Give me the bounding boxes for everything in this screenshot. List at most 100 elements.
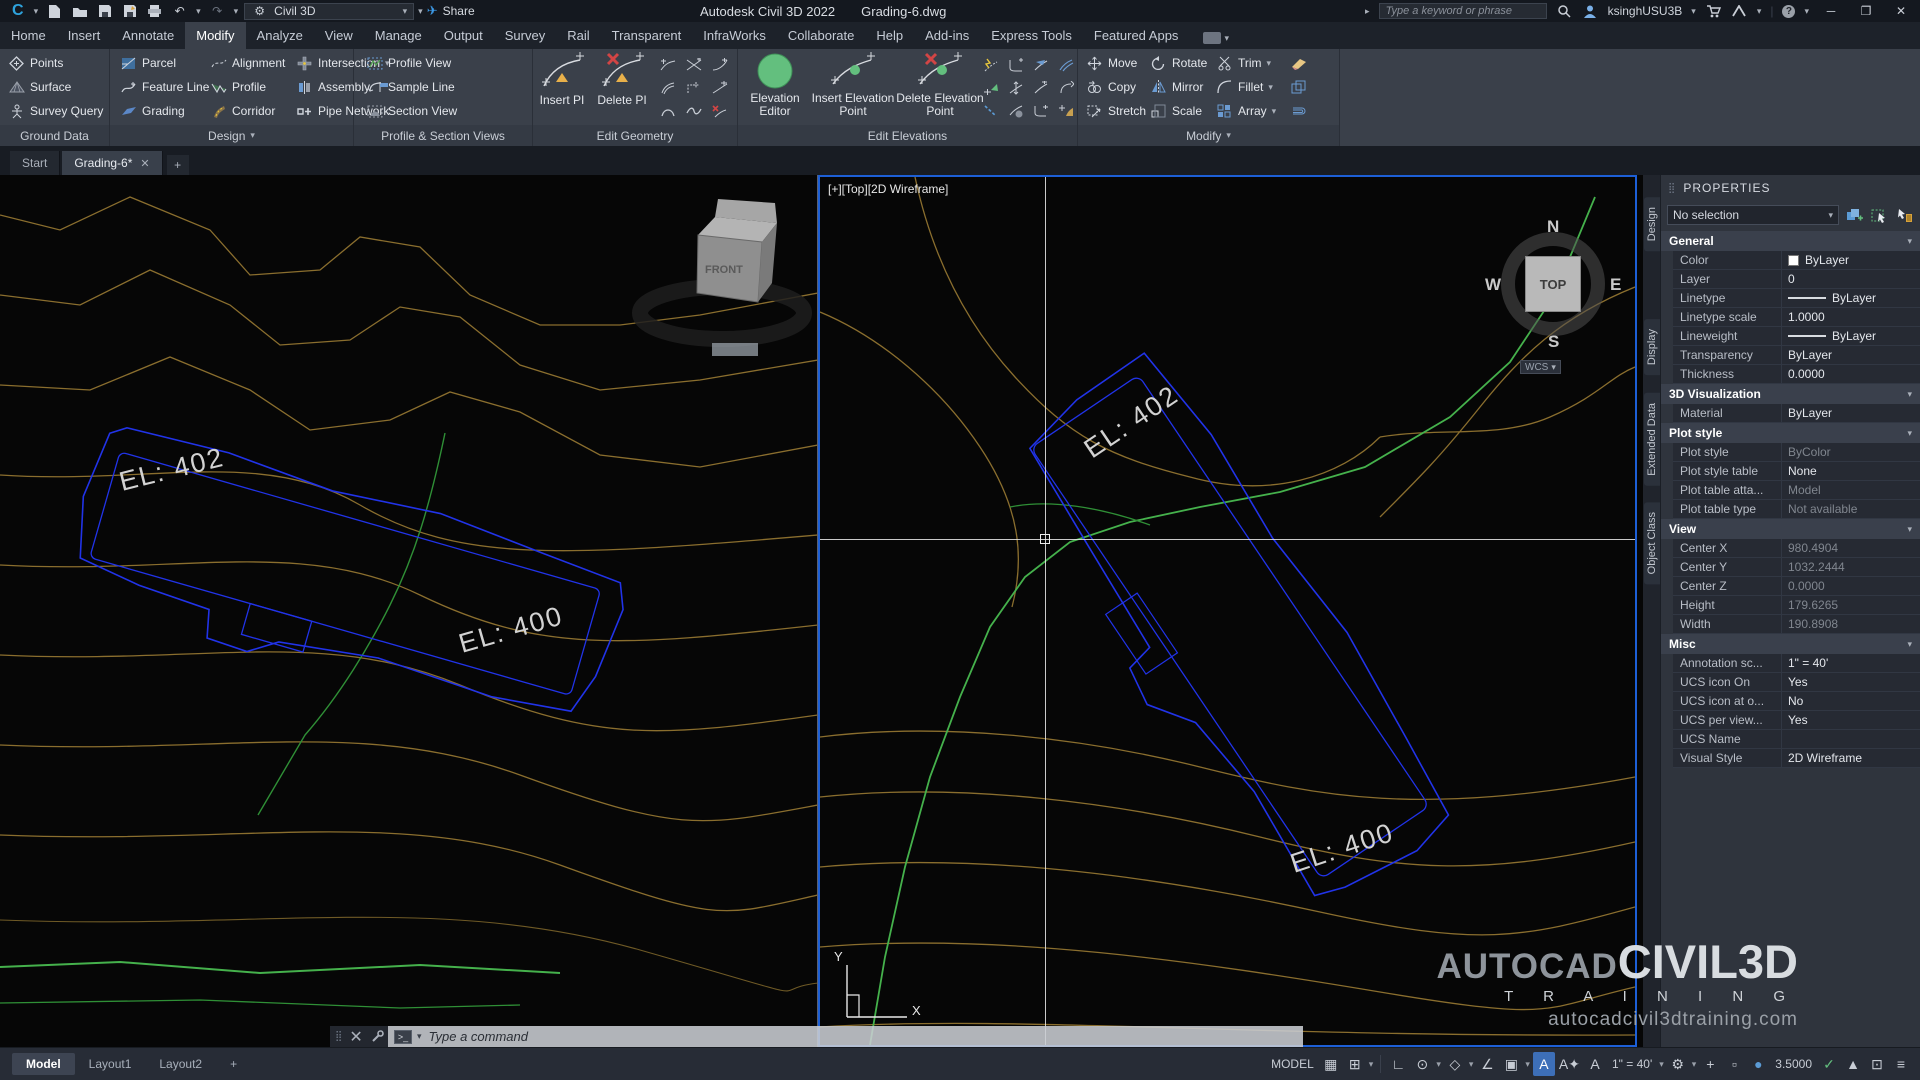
intersection-button[interactable]: Intersection▾ bbox=[296, 51, 352, 75]
corridor-button[interactable]: Corridor bbox=[210, 99, 285, 123]
new-drawing-tab-button[interactable]: + bbox=[167, 155, 189, 175]
recent-commands-chevron-icon[interactable]: ▾ bbox=[417, 1031, 422, 1042]
object-snap-icon[interactable]: ▣ bbox=[1500, 1052, 1522, 1076]
pipe-network-button[interactable]: Pipe Network bbox=[296, 99, 352, 123]
save-icon[interactable] bbox=[96, 4, 113, 19]
tab-addins[interactable]: Add-ins bbox=[914, 22, 980, 49]
help-icon[interactable]: ? bbox=[1782, 5, 1795, 18]
panel-label-ground-data[interactable]: Ground Data bbox=[0, 125, 109, 146]
array-button[interactable]: Array▾ bbox=[1216, 99, 1276, 123]
workspace-gear-icon[interactable]: ⚙ bbox=[1667, 1052, 1689, 1076]
section-misc[interactable]: Misc▾ bbox=[1661, 634, 1920, 654]
edit-elevations-tool-icon[interactable] bbox=[1057, 103, 1074, 119]
feature-line-button[interactable]: Feature Line bbox=[120, 75, 209, 99]
side-tab-display[interactable]: Display bbox=[1644, 319, 1660, 375]
side-tab-object-class[interactable]: Object Class bbox=[1644, 502, 1660, 584]
close-tab-icon[interactable]: ✕ bbox=[140, 157, 149, 170]
panel-label-modify[interactable]: Modify▾ bbox=[1078, 125, 1339, 146]
section-3d-visualization[interactable]: 3D Visualization▾ bbox=[1661, 384, 1920, 404]
edit-geometry-tool-icon[interactable] bbox=[712, 57, 729, 73]
drawing-canvas-left[interactable]: EL: 402 EL: 400 FRONT bbox=[0, 175, 818, 1047]
property-row-lineweight[interactable]: LineweightByLayer bbox=[1673, 327, 1920, 346]
units-icon[interactable]: ▲ bbox=[1842, 1052, 1864, 1076]
property-row-width[interactable]: Width190.8908 bbox=[1673, 615, 1920, 634]
viewcube-north[interactable]: N bbox=[1547, 217, 1559, 237]
tab-survey[interactable]: Survey bbox=[494, 22, 556, 49]
annotation-autoscale-icon[interactable]: A✦ bbox=[1557, 1052, 1582, 1076]
undo-icon[interactable]: ↶ bbox=[171, 4, 188, 19]
assembly-button[interactable]: Assembly bbox=[296, 75, 352, 99]
tab-express-tools[interactable]: Express Tools bbox=[980, 22, 1083, 49]
property-row-visual-style[interactable]: Visual Style2D Wireframe bbox=[1673, 749, 1920, 768]
property-row-layer[interactable]: Layer0 bbox=[1673, 270, 1920, 289]
trim-button[interactable]: Trim▾ bbox=[1216, 51, 1276, 75]
property-row-center-z[interactable]: Center Z0.0000 bbox=[1673, 577, 1920, 596]
edit-geometry-tool-icon[interactable] bbox=[686, 103, 703, 119]
move-button[interactable]: Move bbox=[1086, 51, 1146, 75]
property-row-ucs-name[interactable]: UCS Name bbox=[1673, 730, 1920, 749]
rotate-button[interactable]: Rotate bbox=[1150, 51, 1207, 75]
ortho-mode-icon[interactable]: ∟ bbox=[1387, 1052, 1409, 1076]
property-row-plot-style-table[interactable]: Plot style tableNone bbox=[1673, 462, 1920, 481]
autodesk-logo-icon[interactable] bbox=[1731, 4, 1748, 19]
property-row-plot-table-attached[interactable]: Plot table atta...Model bbox=[1673, 481, 1920, 500]
panel-label-profile-section-views[interactable]: Profile & Section Views bbox=[354, 125, 532, 146]
edit-geometry-tool-icon[interactable] bbox=[712, 80, 729, 96]
viewport-right[interactable]: [+][Top][2D Wireframe] bbox=[818, 175, 1637, 1047]
offset-button[interactable] bbox=[1290, 99, 1307, 123]
panel-label-edit-elevations[interactable]: Edit Elevations bbox=[738, 125, 1077, 146]
toggle-pickadd-icon[interactable] bbox=[1894, 206, 1914, 224]
civil3d-logo-icon[interactable]: C bbox=[6, 2, 26, 20]
plot-icon[interactable] bbox=[146, 4, 163, 19]
palette-grip-icon[interactable]: ⣿ bbox=[1668, 183, 1676, 194]
layout-tab-layout1[interactable]: Layout1 bbox=[75, 1053, 146, 1075]
section-view[interactable]: View▾ bbox=[1661, 519, 1920, 539]
edit-elevations-tool-icon[interactable] bbox=[982, 103, 999, 119]
edit-elevations-tool-icon[interactable] bbox=[982, 57, 999, 73]
open-file-icon[interactable] bbox=[71, 4, 88, 19]
tab-modify[interactable]: Modify bbox=[185, 22, 245, 49]
property-row-thickness[interactable]: Thickness0.0000 bbox=[1673, 365, 1920, 384]
section-general[interactable]: General▾ bbox=[1661, 231, 1920, 251]
profile-view-button[interactable]: Profile View bbox=[366, 51, 457, 75]
app-store-cart-icon[interactable] bbox=[1705, 4, 1722, 19]
close-button[interactable]: ✕ bbox=[1888, 4, 1914, 18]
property-row-plot-table-type[interactable]: Plot table typeNot available bbox=[1673, 500, 1920, 519]
file-tab-drawing[interactable]: Grading-6*✕ bbox=[62, 151, 162, 175]
new-file-icon[interactable] bbox=[46, 4, 63, 19]
app-menu-chevron-icon[interactable]: ▾ bbox=[34, 6, 39, 17]
customization-menu-icon[interactable]: ≡ bbox=[1890, 1052, 1912, 1076]
edit-geometry-tool-icon[interactable] bbox=[660, 80, 677, 96]
tab-output[interactable]: Output bbox=[433, 22, 494, 49]
property-row-material[interactable]: MaterialByLayer bbox=[1673, 404, 1920, 423]
tab-collaborate[interactable]: Collaborate bbox=[777, 22, 866, 49]
edit-elevations-tool-icon[interactable] bbox=[1032, 80, 1049, 96]
viewcube-compass[interactable]: N W E S TOP bbox=[1488, 219, 1618, 349]
viewcube-south[interactable]: S bbox=[1548, 332, 1559, 352]
annotation-scale-value[interactable]: 1" = 40' bbox=[1608, 1057, 1656, 1071]
isodraft-icon[interactable]: ◇ bbox=[1444, 1052, 1466, 1076]
edit-geometry-tool-icon[interactable] bbox=[686, 80, 703, 96]
redo-icon[interactable]: ↷ bbox=[209, 4, 226, 19]
ribbon-display-toggle[interactable]: ▾ bbox=[1203, 32, 1229, 49]
delete-elevation-point-button[interactable]: Delete Elevation Point bbox=[896, 52, 984, 118]
user-menu-chevron-icon[interactable]: ▾ bbox=[1691, 6, 1696, 17]
tab-rail[interactable]: Rail bbox=[556, 22, 600, 49]
points-button[interactable]: Points bbox=[8, 51, 103, 75]
side-tab-design[interactable]: Design bbox=[1644, 197, 1660, 251]
edit-elevations-tool-icon[interactable] bbox=[982, 80, 999, 96]
new-layout-button[interactable]: + bbox=[216, 1053, 251, 1075]
snap-mode-icon[interactable]: ⊞ bbox=[1344, 1052, 1366, 1076]
elevation-globe-icon[interactable]: ● bbox=[1747, 1052, 1769, 1076]
property-row-linetype-scale[interactable]: Linetype scale1.0000 bbox=[1673, 308, 1920, 327]
alignment-button[interactable]: Alignment bbox=[210, 51, 285, 75]
layout-tab-model[interactable]: Model bbox=[12, 1053, 75, 1075]
workspace-switcher[interactable]: ⚙ Civil 3D ▾ bbox=[244, 3, 414, 20]
property-row-linetype[interactable]: LinetypeByLayer bbox=[1673, 289, 1920, 308]
tab-insert[interactable]: Insert bbox=[57, 22, 112, 49]
explode-button[interactable] bbox=[1290, 75, 1307, 99]
insert-elevation-point-button[interactable]: Insert Elevation Point bbox=[810, 52, 896, 118]
clean-screen-icon[interactable]: + bbox=[1699, 1052, 1721, 1076]
sample-line-button[interactable]: Sample Line bbox=[366, 75, 457, 99]
elevation-value[interactable]: 3.5000 bbox=[1771, 1057, 1816, 1071]
